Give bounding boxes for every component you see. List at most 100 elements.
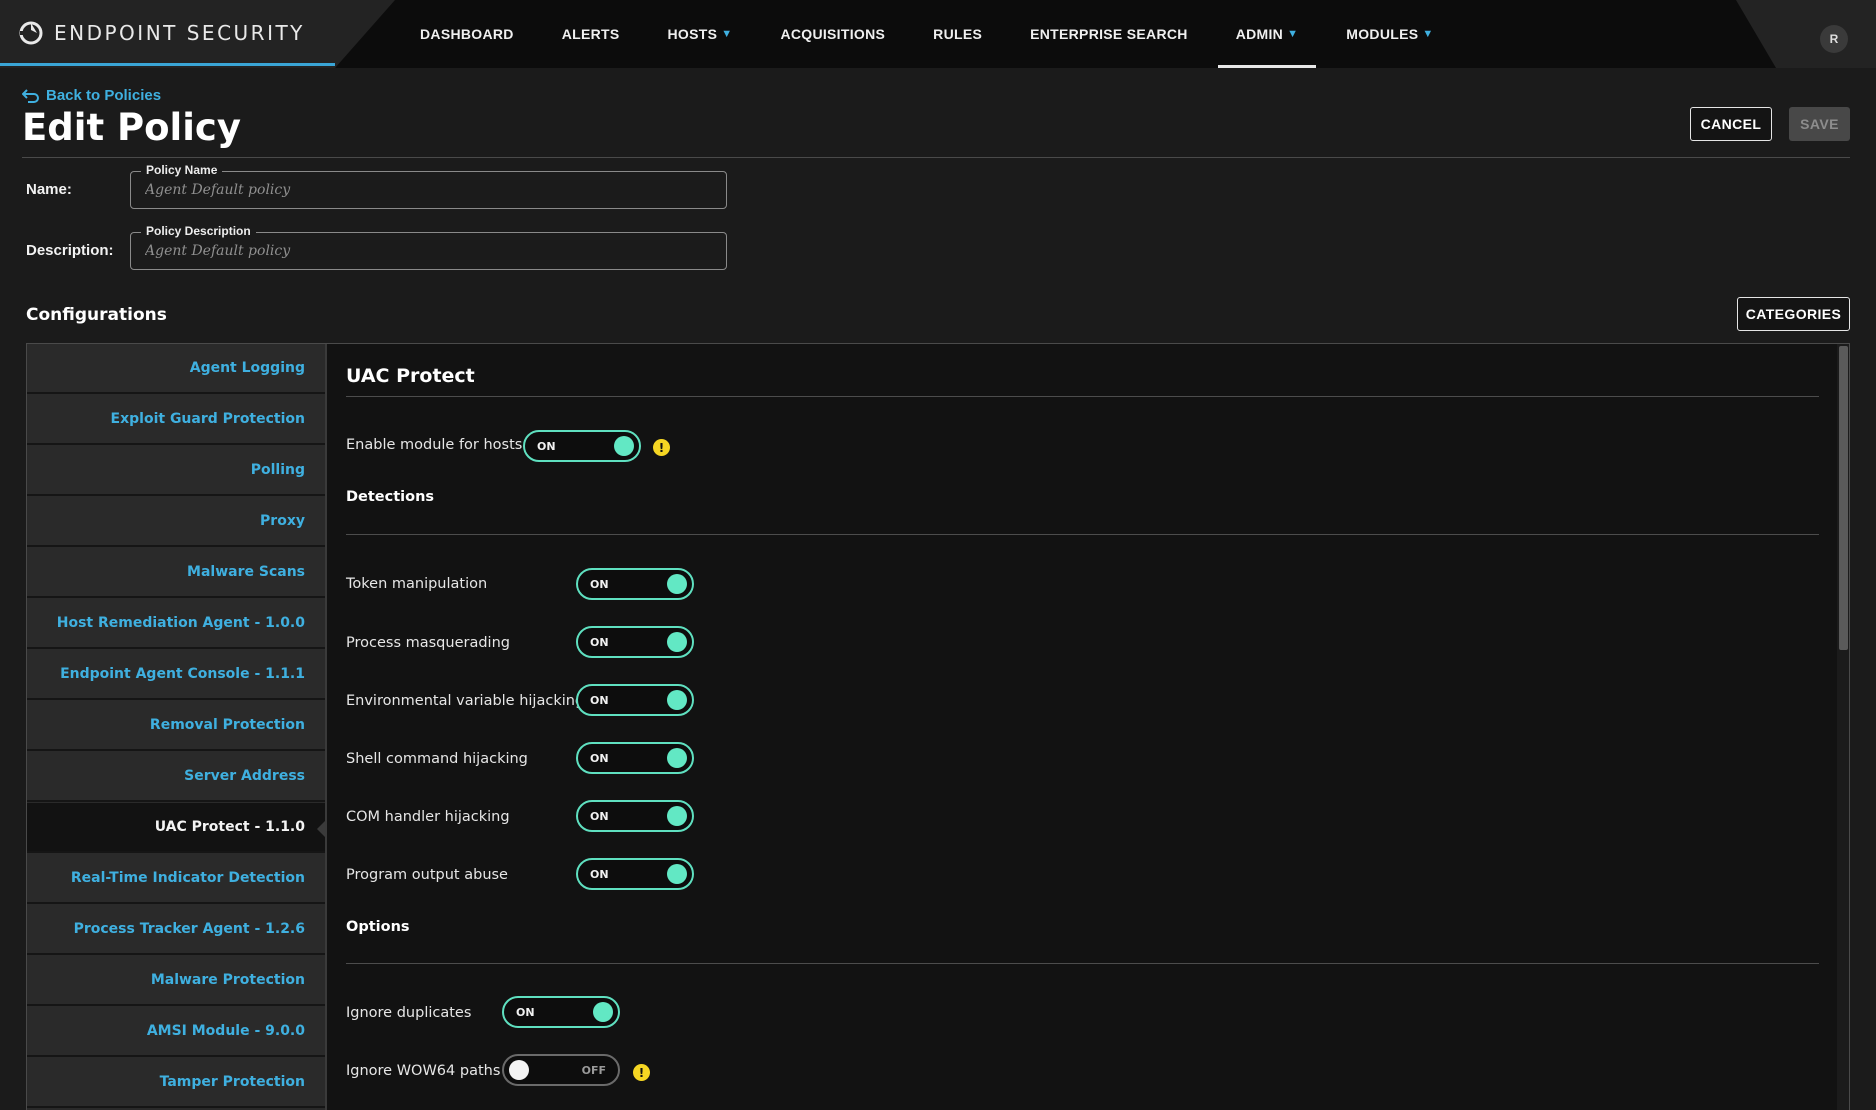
- chevron-down-icon: ▼: [721, 28, 733, 40]
- sidebar-item-polling[interactable]: Polling: [27, 446, 325, 496]
- toggle-state: ON: [590, 578, 609, 591]
- chevron-down-icon: ▼: [1287, 28, 1299, 40]
- program-output-abuse-toggle[interactable]: ON: [576, 858, 694, 890]
- configurations-title: Configurations: [26, 305, 167, 325]
- options-title: Options: [346, 919, 410, 935]
- module-title-divider: [346, 396, 1819, 397]
- shell-command-hijacking-toggle[interactable]: ON: [576, 742, 694, 774]
- toggle-state: ON: [590, 636, 609, 649]
- nav-hosts[interactable]: HOSTS ▼: [644, 0, 757, 68]
- nav-label: MODULES: [1346, 26, 1419, 42]
- warning-icon[interactable]: !: [633, 1064, 650, 1081]
- policy-description-fieldset: Policy Description: [130, 224, 727, 270]
- back-arrow-icon: [22, 88, 39, 103]
- sidebar-item-malware-scans[interactable]: Malware Scans: [27, 548, 325, 598]
- enable-module-toggle[interactable]: ON: [523, 430, 641, 462]
- detection-label-token-manipulation: Token manipulation: [346, 576, 488, 592]
- toggle-knob: [667, 806, 687, 826]
- toggle-state: ON: [590, 694, 609, 707]
- toggle-state: ON: [590, 868, 609, 881]
- policy-description-legend: Policy Description: [141, 224, 256, 238]
- detection-label-env-variable-hijacking: Environmental variable hijacking: [346, 693, 585, 709]
- nav-acquisitions[interactable]: ACQUISITIONS: [756, 0, 909, 68]
- sidebar-item-server-address[interactable]: Server Address: [27, 752, 325, 802]
- nav-rules[interactable]: RULES: [909, 0, 1006, 68]
- save-button[interactable]: SAVE: [1789, 107, 1850, 141]
- env-variable-hijacking-toggle[interactable]: ON: [576, 684, 694, 716]
- brand-name: ENDPOINT SECURITY: [54, 21, 305, 45]
- toggle-state: ON: [590, 810, 609, 823]
- sidebar-item-removal-protection[interactable]: Removal Protection: [27, 701, 325, 751]
- nav-label: ENTERPRISE SEARCH: [1030, 26, 1188, 42]
- toggle-state: ON: [516, 1006, 535, 1019]
- nav-label: RULES: [933, 26, 983, 42]
- header-divider: [22, 157, 1850, 158]
- description-label: Description:: [26, 242, 114, 259]
- sidebar-item-agent-logging[interactable]: Agent Logging: [27, 344, 325, 394]
- nav-label: ACQUISITIONS: [780, 26, 886, 42]
- ignore-duplicates-toggle[interactable]: ON: [502, 996, 620, 1028]
- option-label-ignore-wow64-paths: Ignore WOW64 paths: [346, 1063, 501, 1079]
- sidebar-item-process-tracker[interactable]: Process Tracker Agent - 1.2.6: [27, 905, 325, 955]
- sidebar-item-endpoint-agent-console[interactable]: Endpoint Agent Console - 1.1.1: [27, 650, 325, 700]
- top-navigation-bar: ENDPOINT SECURITY DASHBOARD ALERTS HOSTS…: [0, 0, 1876, 68]
- detections-title: Detections: [346, 489, 435, 505]
- categories-button[interactable]: CATEGORIES: [1737, 297, 1850, 331]
- process-masquerading-toggle[interactable]: ON: [576, 626, 694, 658]
- nav-modules[interactable]: MODULES ▼: [1322, 0, 1457, 68]
- detection-label-process-masquerading: Process masquerading: [346, 635, 510, 651]
- config-sidebar: Agent Logging Exploit Guard Protection P…: [27, 344, 326, 1110]
- detections-divider: [346, 534, 1819, 535]
- option-label-ignore-duplicates: Ignore duplicates: [346, 1005, 472, 1021]
- toggle-state: OFF: [581, 1064, 606, 1077]
- toggle-knob: [667, 632, 687, 652]
- nav-admin[interactable]: ADMIN ▼: [1212, 0, 1323, 68]
- avatar-initial: R: [1829, 32, 1839, 46]
- nav-dashboard[interactable]: DASHBOARD: [396, 0, 538, 68]
- main-nav: DASHBOARD ALERTS HOSTS ▼ ACQUISITIONS RUL…: [396, 0, 1458, 68]
- module-title: UAC Protect: [346, 365, 475, 387]
- cancel-button[interactable]: CANCEL: [1690, 107, 1772, 141]
- options-divider: [346, 963, 1819, 964]
- policy-name-fieldset: Policy Name: [130, 163, 727, 209]
- toggle-knob: [667, 748, 687, 768]
- toggle-knob: [667, 690, 687, 710]
- toggle-knob: [509, 1060, 529, 1080]
- back-to-policies-link[interactable]: Back to Policies: [22, 87, 161, 104]
- nav-label: HOSTS: [667, 26, 718, 42]
- nav-label: ADMIN: [1235, 26, 1284, 42]
- sidebar-item-amsi-module[interactable]: AMSI Module - 9.0.0: [27, 1007, 325, 1057]
- endpoint-logo-icon: [19, 21, 43, 45]
- brand[interactable]: ENDPOINT SECURITY: [18, 20, 305, 46]
- nav-enterprise-search[interactable]: ENTERPRISE SEARCH: [1006, 0, 1212, 68]
- sidebar-item-host-remediation[interactable]: Host Remediation Agent - 1.0.0: [27, 599, 325, 649]
- sidebar-item-proxy[interactable]: Proxy: [27, 497, 325, 547]
- toggle-knob: [614, 436, 634, 456]
- content-scrollbar-thumb[interactable]: [1839, 346, 1848, 650]
- brand-underline: [0, 63, 335, 66]
- token-manipulation-toggle[interactable]: ON: [576, 568, 694, 600]
- com-handler-hijacking-toggle[interactable]: ON: [576, 800, 694, 832]
- sidebar-item-malware-protection[interactable]: Malware Protection: [27, 956, 325, 1006]
- ignore-wow64-paths-toggle[interactable]: OFF: [502, 1054, 620, 1086]
- user-panel: [1736, 0, 1876, 68]
- policy-name-input[interactable]: [145, 182, 705, 198]
- detection-label-program-output-abuse: Program output abuse: [346, 867, 508, 883]
- sidebar-item-tamper-protection[interactable]: Tamper Protection: [27, 1058, 325, 1108]
- chevron-down-icon: ▼: [1422, 28, 1434, 40]
- name-label: Name:: [26, 181, 72, 198]
- sidebar-item-real-time-indicator[interactable]: Real-Time Indicator Detection: [27, 854, 325, 904]
- sidebar-item-uac-protect[interactable]: UAC Protect - 1.1.0: [27, 803, 326, 853]
- toggle-state: ON: [537, 440, 556, 453]
- avatar[interactable]: R: [1820, 25, 1848, 53]
- toggle-knob: [593, 1002, 613, 1022]
- nav-label: DASHBOARD: [420, 26, 514, 42]
- warning-icon[interactable]: !: [653, 439, 670, 456]
- nav-alerts[interactable]: ALERTS: [538, 0, 644, 68]
- toggle-state: ON: [590, 752, 609, 765]
- enable-module-label: Enable module for hosts: [346, 437, 523, 453]
- toggle-knob: [667, 574, 687, 594]
- sidebar-item-exploit-guard[interactable]: Exploit Guard Protection: [27, 395, 325, 445]
- policy-description-input[interactable]: [145, 243, 705, 259]
- page-title: Edit Policy: [22, 106, 241, 149]
